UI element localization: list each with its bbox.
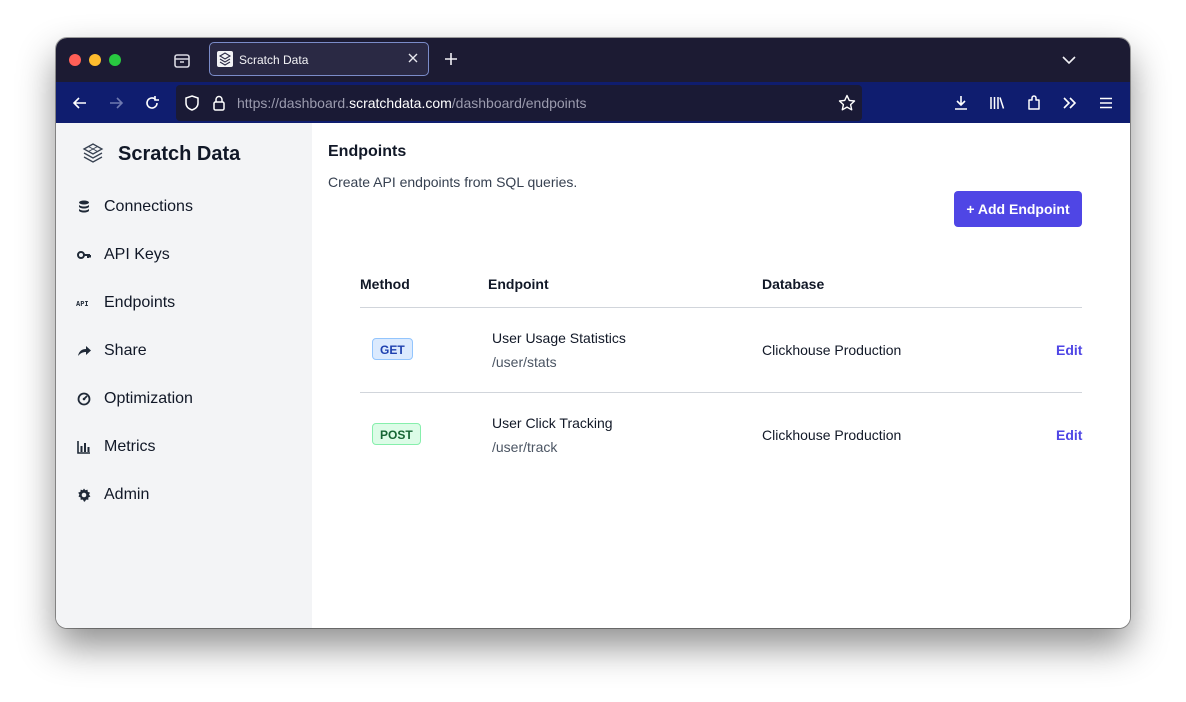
sidebar-item-label: Admin [104, 486, 150, 503]
main-content: Endpoints Create API endpoints from SQL … [312, 123, 1130, 628]
row-divider [360, 392, 1082, 393]
header-divider [360, 307, 1082, 308]
tab-overview-icon[interactable] [172, 52, 192, 70]
tab-strip: Scratch Data [56, 38, 1130, 82]
lock-icon[interactable] [209, 93, 229, 113]
url-path: /dashboard/endpoints [451, 95, 587, 111]
sidebar-item-label: Metrics [104, 438, 156, 455]
key-icon [77, 251, 91, 259]
edit-link[interactable]: Edit [1056, 427, 1082, 443]
sidebar-item-connections[interactable]: Connections [76, 194, 296, 220]
library-icon[interactable] [987, 93, 1007, 113]
sidebar-item-label: Endpoints [104, 294, 176, 311]
sidebar: Scratch Data Connections API Keys API En… [56, 123, 312, 628]
svg-text:API: API [76, 300, 89, 308]
gauge-icon [77, 392, 91, 406]
url-prefix: https://dashboard. [237, 95, 350, 111]
sidebar-item-api-keys[interactable]: API Keys [76, 242, 296, 268]
share-arrow-icon [78, 346, 91, 356]
back-icon[interactable] [70, 93, 90, 113]
sidebar-item-label: API Keys [104, 246, 170, 263]
extensions-icon[interactable] [1024, 93, 1044, 113]
sidebar-item-endpoints[interactable]: API Endpoints [76, 290, 296, 316]
endpoint-path: /user/stats [492, 354, 557, 370]
new-tab-icon[interactable] [442, 50, 460, 68]
reload-icon[interactable] [142, 93, 162, 113]
endpoint-database: Clickhouse Production [762, 427, 902, 443]
sidebar-item-share[interactable]: Share [76, 338, 296, 364]
add-endpoint-button[interactable]: + Add Endpoint [954, 191, 1082, 227]
url-bar[interactable]: https://dashboard.scratchdata.com/dashbo… [176, 85, 862, 121]
minimize-window-button[interactable] [89, 54, 101, 66]
page-title: Endpoints [328, 143, 407, 160]
bar-chart-icon [77, 441, 90, 454]
sidebar-item-optimization[interactable]: Optimization [76, 386, 296, 412]
sidebar-item-label: Connections [104, 198, 193, 215]
database-icon [79, 200, 89, 213]
edit-link[interactable]: Edit [1056, 342, 1082, 358]
downloads-icon[interactable] [951, 93, 971, 113]
tab-scratch-data[interactable]: Scratch Data [209, 42, 429, 76]
tab-close-icon[interactable] [406, 51, 420, 65]
shield-icon[interactable] [182, 93, 202, 113]
endpoint-name: User Usage Statistics [492, 330, 626, 346]
url-domain: scratchdata.com [349, 95, 452, 111]
bookmark-star-icon[interactable] [837, 93, 857, 113]
column-header-database: Database [762, 276, 825, 292]
endpoint-path: /user/track [492, 439, 558, 455]
tab-title: Scratch Data [239, 53, 309, 67]
close-window-button[interactable] [69, 54, 81, 66]
browser-window: Scratch Data https://dashboard.scratchda… [56, 38, 1130, 628]
endpoint-name: User Click Tracking [492, 415, 613, 431]
menu-icon[interactable] [1096, 93, 1116, 113]
list-all-tabs-icon[interactable] [1060, 51, 1078, 69]
brand-name: Scratch Data [118, 143, 241, 165]
page-content: Scratch Data Connections API Keys API En… [56, 123, 1130, 628]
api-icon: API [76, 300, 89, 308]
scratch-data-favicon-icon [217, 51, 233, 67]
page-subtitle: Create API endpoints from SQL queries. [328, 174, 578, 190]
forward-icon[interactable] [106, 93, 126, 113]
scratch-data-logo-icon [82, 143, 104, 163]
navigation-bar: https://dashboard.scratchdata.com/dashbo… [56, 82, 1130, 123]
gear-icon [78, 488, 91, 502]
method-badge-post: POST [372, 423, 421, 445]
column-header-method: Method [360, 276, 410, 292]
sidebar-item-metrics[interactable]: Metrics [76, 434, 296, 460]
sidebar-item-label: Optimization [104, 390, 193, 407]
column-header-endpoint: Endpoint [488, 276, 549, 292]
sidebar-item-label: Share [104, 342, 147, 359]
overflow-chevrons-icon[interactable] [1060, 93, 1080, 113]
url-text[interactable]: https://dashboard.scratchdata.com/dashbo… [237, 95, 586, 111]
endpoint-database: Clickhouse Production [762, 342, 902, 358]
method-badge-get: GET [372, 338, 413, 360]
zoom-window-button[interactable] [109, 54, 121, 66]
sidebar-item-admin[interactable]: Admin [76, 482, 296, 508]
